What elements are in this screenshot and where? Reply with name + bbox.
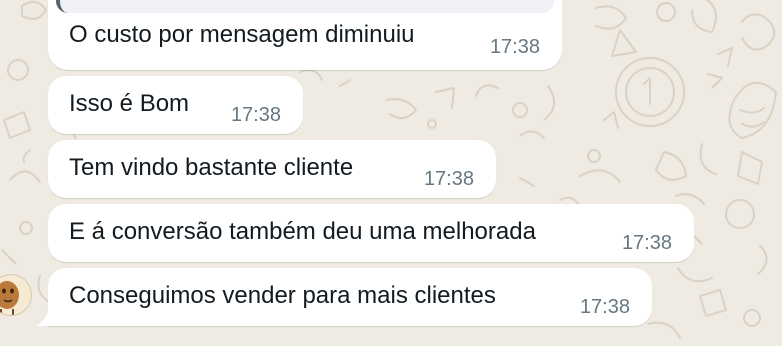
message-text: E á conversão também deu uma melhorada bbox=[69, 218, 536, 245]
message-bubble[interactable]: Conseguimos vender para mais clientes 17… bbox=[36, 268, 652, 326]
message-timestamp: 17:38 bbox=[423, 168, 474, 190]
bubble-tail-icon bbox=[36, 308, 50, 326]
message-text: Conseguimos vender para mais clientes bbox=[69, 282, 496, 309]
message-text: Tem vindo bastante cliente bbox=[69, 154, 354, 181]
message-timestamp: 17:38 bbox=[621, 232, 672, 254]
message-bubble[interactable]: O custo por mensagem diminuiu 17:38 bbox=[48, 0, 562, 70]
message-bubble[interactable]: Isso é Bom 17:38 bbox=[48, 76, 303, 134]
message-bubble[interactable]: E á conversão também deu uma melhorada 1… bbox=[48, 204, 694, 262]
chat-thread: O custo por mensagem diminuiu 17:38 Isso… bbox=[0, 0, 782, 346]
sender-avatar-icon[interactable] bbox=[0, 274, 32, 316]
quoted-message-preview[interactable] bbox=[56, 0, 554, 13]
message-timestamp: 17:38 bbox=[230, 104, 281, 126]
message-text: Isso é Bom bbox=[69, 90, 190, 117]
message-text: O custo por mensagem diminuiu bbox=[69, 21, 415, 48]
message-bubble[interactable]: Tem vindo bastante cliente 17:38 bbox=[48, 140, 496, 198]
message-timestamp: 17:38 bbox=[489, 36, 540, 58]
message-timestamp: 17:38 bbox=[579, 296, 630, 318]
